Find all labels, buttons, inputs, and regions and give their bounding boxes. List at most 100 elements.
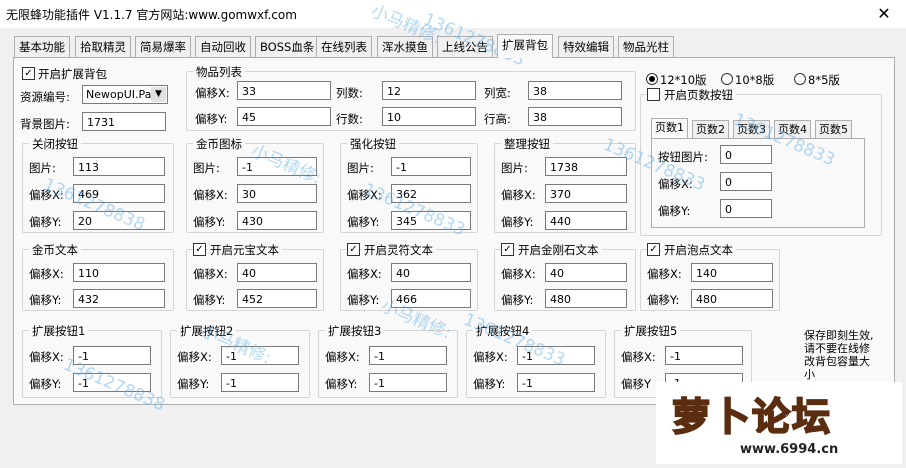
ext-btn-3-y-input[interactable]: -1 [369, 373, 447, 392]
diamond-y-input[interactable]: 480 [545, 289, 627, 308]
page-x-label: 偏移X: [658, 177, 693, 191]
gold-x-input[interactable]: 30 [237, 184, 317, 203]
page-tab-panel: 按钮图片: 0 偏移X: 0 偏移Y: 0 [651, 138, 865, 228]
sort-x-input[interactable]: 370 [545, 184, 627, 203]
lingfu-x-input[interactable]: 40 [391, 263, 471, 282]
close-x-input[interactable]: 469 [73, 184, 165, 203]
tab-basic[interactable]: 基本功能 [14, 36, 70, 57]
ext-btn-4-group: 扩展按钮4 偏移X: -1 偏移Y: -1 [466, 323, 606, 398]
close-img-label: 图片: [29, 161, 56, 175]
diamond-text-group: ✓ 开启金刚石文本 偏移X: 40 偏移Y: 480 [494, 242, 636, 311]
mode-radio-10x8[interactable] [721, 73, 733, 85]
col-width-input[interactable]: 38 [528, 81, 622, 100]
tab-notice[interactable]: 上线公告 [437, 36, 493, 57]
cols-input[interactable]: 12 [382, 81, 476, 100]
yuanbao-y-input[interactable]: 452 [237, 289, 317, 308]
sort-img-input[interactable]: 1738 [545, 157, 627, 176]
page-tab-1[interactable]: 页数1 [651, 118, 688, 138]
page-tab-5[interactable]: 页数5 [815, 120, 852, 138]
col-width-label: 列宽: [484, 86, 511, 100]
mode-radio-8x5[interactable] [794, 73, 806, 85]
close-img-input[interactable]: 113 [73, 157, 165, 176]
yuanbao-x-input[interactable]: 40 [237, 263, 317, 282]
gold-y-input[interactable]: 430 [237, 211, 317, 230]
enable-bag-label: 开启扩展背包 [38, 67, 107, 81]
yuanbao-title: 开启元宝文本 [207, 242, 282, 258]
bg-input[interactable]: 1731 [82, 112, 166, 131]
rows-input[interactable]: 10 [382, 107, 476, 126]
enable-page-checkbox[interactable] [647, 88, 660, 101]
yuanbao-x-label: 偏移X: [193, 267, 228, 281]
ext-btn-3-title: 扩展按钮3 [325, 323, 385, 339]
page-y-input[interactable]: 0 [720, 199, 772, 218]
bubble-x-input[interactable]: 140 [691, 263, 773, 282]
gold-text-x-input[interactable]: 110 [73, 263, 165, 282]
enhance-x-input[interactable]: 362 [391, 184, 471, 203]
ext-btn-4-x-input[interactable]: -1 [517, 346, 595, 365]
row-height-input[interactable]: 38 [528, 107, 622, 126]
mode-label-12x10: 12*10版 [660, 73, 707, 87]
yuanbao-checkbox[interactable]: ✓ [193, 243, 206, 256]
tab-online[interactable]: 在线列表 [316, 36, 372, 57]
ext-btn-5-x-input[interactable]: -1 [665, 346, 743, 365]
close-y-input[interactable]: 20 [73, 211, 165, 230]
bubble-checkbox[interactable]: ✓ [647, 243, 660, 256]
res-select[interactable]: NewopUI.Pak ▼ [82, 85, 168, 104]
ext-btn-2-x-input[interactable]: -1 [221, 346, 299, 365]
diamond-checkbox[interactable]: ✓ [501, 243, 514, 256]
gold-text-y-label: 偏移Y: [29, 293, 62, 307]
page-tab-strip: 页数1 页数2 页数3 页数4 页数5 [651, 118, 861, 138]
mode-radio-12x10[interactable] [646, 73, 658, 85]
ext-btn-2-title: 扩展按钮2 [177, 323, 237, 339]
tab-item-light[interactable]: 物品光柱 [618, 36, 674, 57]
page-tab-2[interactable]: 页数2 [692, 120, 729, 138]
close-y-label: 偏移Y: [29, 215, 62, 229]
lingfu-checkbox[interactable]: ✓ [347, 243, 360, 256]
ext-btn-1-x-input[interactable]: -1 [73, 346, 151, 365]
ext-btn-2-group: 扩展按钮2 偏移X: -1 偏移Y: -1 [170, 323, 310, 398]
gold-text-y-input[interactable]: 432 [73, 289, 165, 308]
chevron-down-icon[interactable]: ▼ [151, 87, 166, 102]
sort-y-input[interactable]: 440 [545, 211, 627, 230]
sort-x-label: 偏移X: [501, 188, 536, 202]
ext-btn-3-x-input[interactable]: -1 [369, 346, 447, 365]
cols-label: 列数: [336, 86, 363, 100]
bg-label: 背景图片: [20, 117, 70, 131]
ext-btn-2-y-input[interactable]: -1 [221, 373, 299, 392]
ext-btn-3-x-label: 偏移X: [325, 350, 360, 364]
gold-img-input[interactable]: -1 [237, 157, 317, 176]
enhance-title: 强化按钮 [347, 136, 399, 152]
lingfu-y-input[interactable]: 466 [391, 289, 471, 308]
item-list-group: 物品列表 偏移X: 33 偏移Y: 45 列数: 12 行数: 10 列宽: 3… [186, 64, 636, 131]
tab-droprate[interactable]: 简易爆率 [135, 36, 191, 57]
ext-btn-4-y-input[interactable]: -1 [517, 373, 595, 392]
tab-boss[interactable]: BOSS血条 [255, 36, 320, 57]
enhance-img-input[interactable]: -1 [391, 157, 471, 176]
tab-extend-bag[interactable]: 扩展背包 [497, 34, 553, 58]
enhance-img-label: 图片: [347, 161, 374, 175]
ext-btn-1-y-input[interactable]: -1 [73, 373, 151, 392]
ext-btn-3-y-label: 偏移Y: [325, 377, 358, 391]
item-offset-x-input[interactable]: 33 [237, 81, 331, 100]
tab-recycle[interactable]: 自动回收 [195, 36, 251, 57]
enhance-y-input[interactable]: 345 [391, 211, 471, 230]
bubble-title: 开启泡点文本 [661, 242, 736, 258]
enable-bag-checkbox[interactable]: ✓ [22, 67, 35, 80]
gold-icon-group: 金币图标 图片: -1 偏移X: 30 偏移Y: 430 [186, 136, 324, 233]
bubble-x-label: 偏移X: [647, 267, 682, 281]
forum-logo: 萝卜论坛 www.6994.cn [656, 382, 902, 464]
page-tab-4[interactable]: 页数4 [774, 120, 811, 138]
page-x-input[interactable]: 0 [720, 172, 772, 191]
tab-effects[interactable]: 特效编辑 [558, 36, 614, 57]
tab-pickup[interactable]: 拾取精灵 [75, 36, 131, 57]
gold-text-x-label: 偏移X: [29, 267, 64, 281]
tab-fish[interactable]: 浑水摸鱼 [377, 36, 433, 57]
page-tab-3[interactable]: 页数3 [733, 120, 770, 138]
diamond-x-input[interactable]: 40 [545, 263, 627, 282]
page-img-input[interactable]: 0 [720, 145, 772, 164]
sort-img-label: 图片: [501, 161, 528, 175]
lingfu-x-label: 偏移X: [347, 267, 382, 281]
close-icon[interactable]: ✕ [874, 4, 894, 24]
item-offset-y-input[interactable]: 45 [237, 107, 331, 126]
bubble-y-input[interactable]: 480 [691, 289, 773, 308]
